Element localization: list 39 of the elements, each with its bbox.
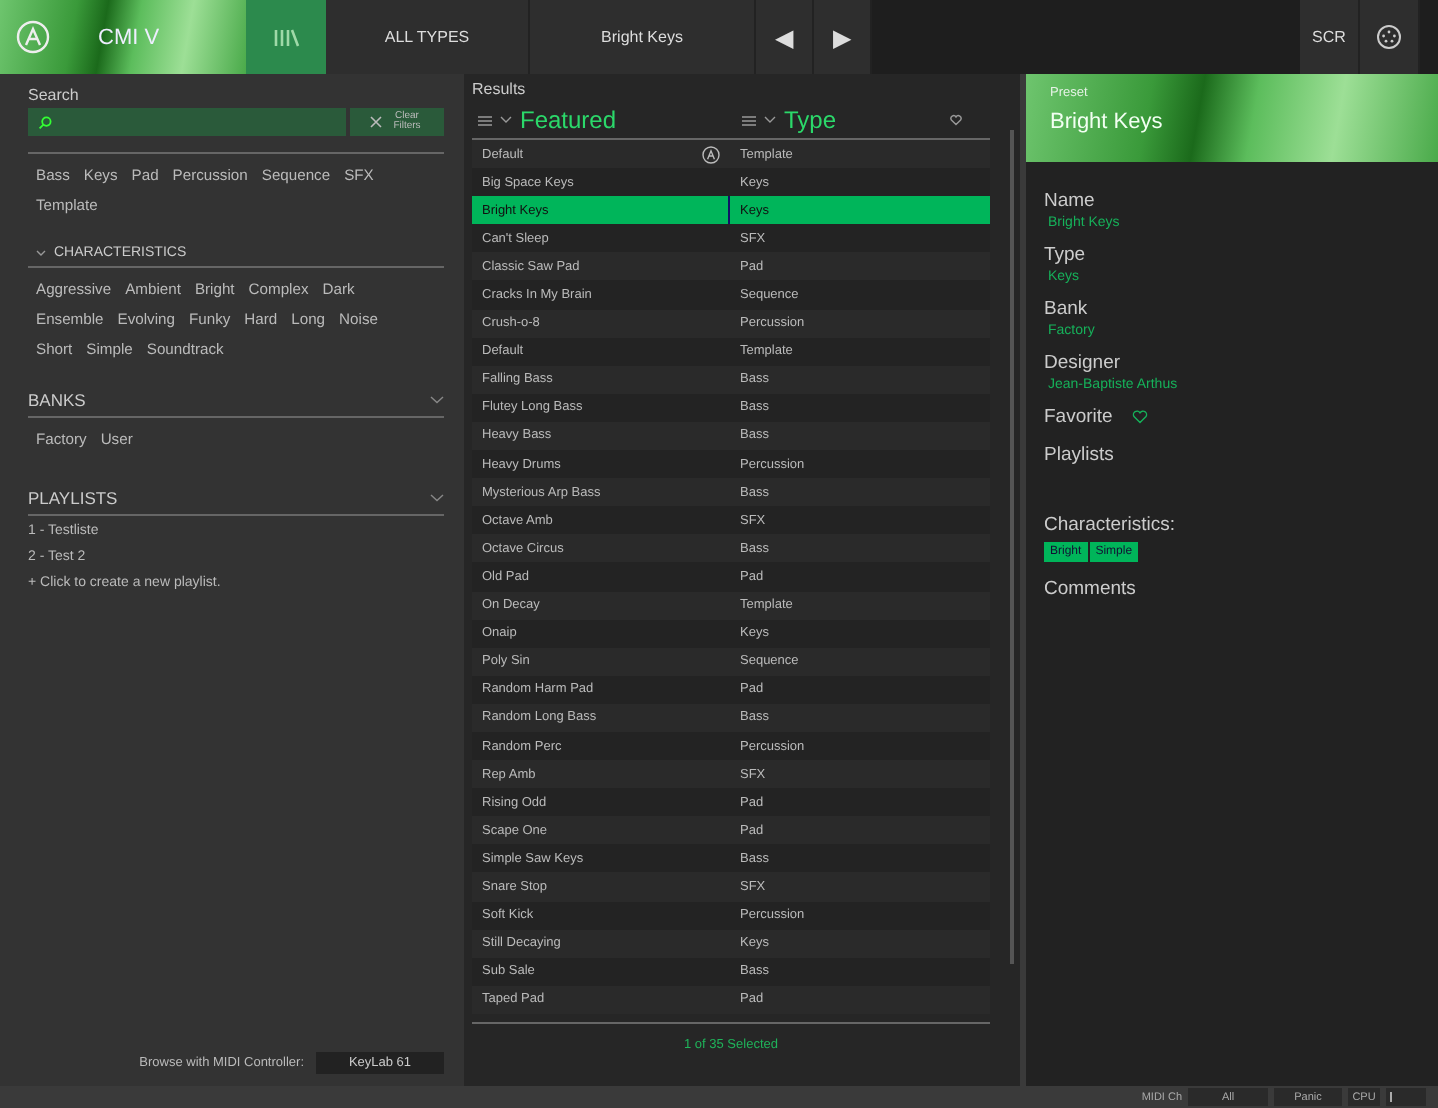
search-icon	[38, 115, 52, 129]
scrollbar[interactable]	[1010, 130, 1014, 964]
type-filter-button[interactable]: ALL TYPES	[326, 0, 530, 74]
heart-icon[interactable]	[1132, 410, 1149, 424]
field-label: Comments	[1044, 578, 1138, 600]
chevron-icon[interactable]	[430, 494, 444, 502]
close-icon	[369, 116, 381, 128]
field-label: Bank	[1044, 298, 1090, 320]
field-label: Type	[1044, 244, 1088, 266]
logo-icon[interactable]	[16, 20, 50, 54]
previous-preset-button[interactable]: ◀	[756, 0, 814, 74]
scr-button[interactable]: SCR	[1300, 0, 1360, 74]
field-label: Favorite	[1044, 406, 1113, 428]
section-header: PLAYLISTS	[28, 488, 118, 508]
section-header: BANKS	[28, 390, 86, 410]
field-label: Characteristics:	[1044, 514, 1177, 536]
field-label: Playlists	[1044, 444, 1116, 466]
instrument-name: CMI V	[98, 25, 160, 49]
preset-header-name: Bright Keys	[1050, 110, 1165, 134]
next-preset-button[interactable]: ▶	[814, 0, 872, 74]
results-title: Results	[472, 80, 528, 102]
menu-icon[interactable]	[742, 115, 756, 125]
chevron-icon[interactable]	[36, 250, 46, 256]
library-button[interactable]	[246, 0, 326, 74]
heart-icon[interactable]	[950, 114, 962, 126]
column-header[interactable]: Type	[784, 106, 837, 134]
chevron-icon[interactable]	[430, 396, 444, 404]
preset-name-button[interactable]: Bright Keys	[530, 0, 756, 74]
chevron-icon[interactable]	[764, 116, 776, 124]
midi-port-icon	[1376, 24, 1402, 50]
midi-button[interactable]	[1360, 0, 1420, 74]
menu-icon[interactable]	[478, 115, 492, 125]
search-field[interactable]	[28, 108, 346, 136]
chevron-icon[interactable]	[500, 116, 512, 124]
search-label: Search	[28, 86, 81, 104]
column-header[interactable]: Featured	[520, 106, 617, 134]
field-label: Designer	[1044, 352, 1123, 374]
field-label: Name	[1044, 190, 1097, 212]
library-icon	[272, 27, 300, 47]
